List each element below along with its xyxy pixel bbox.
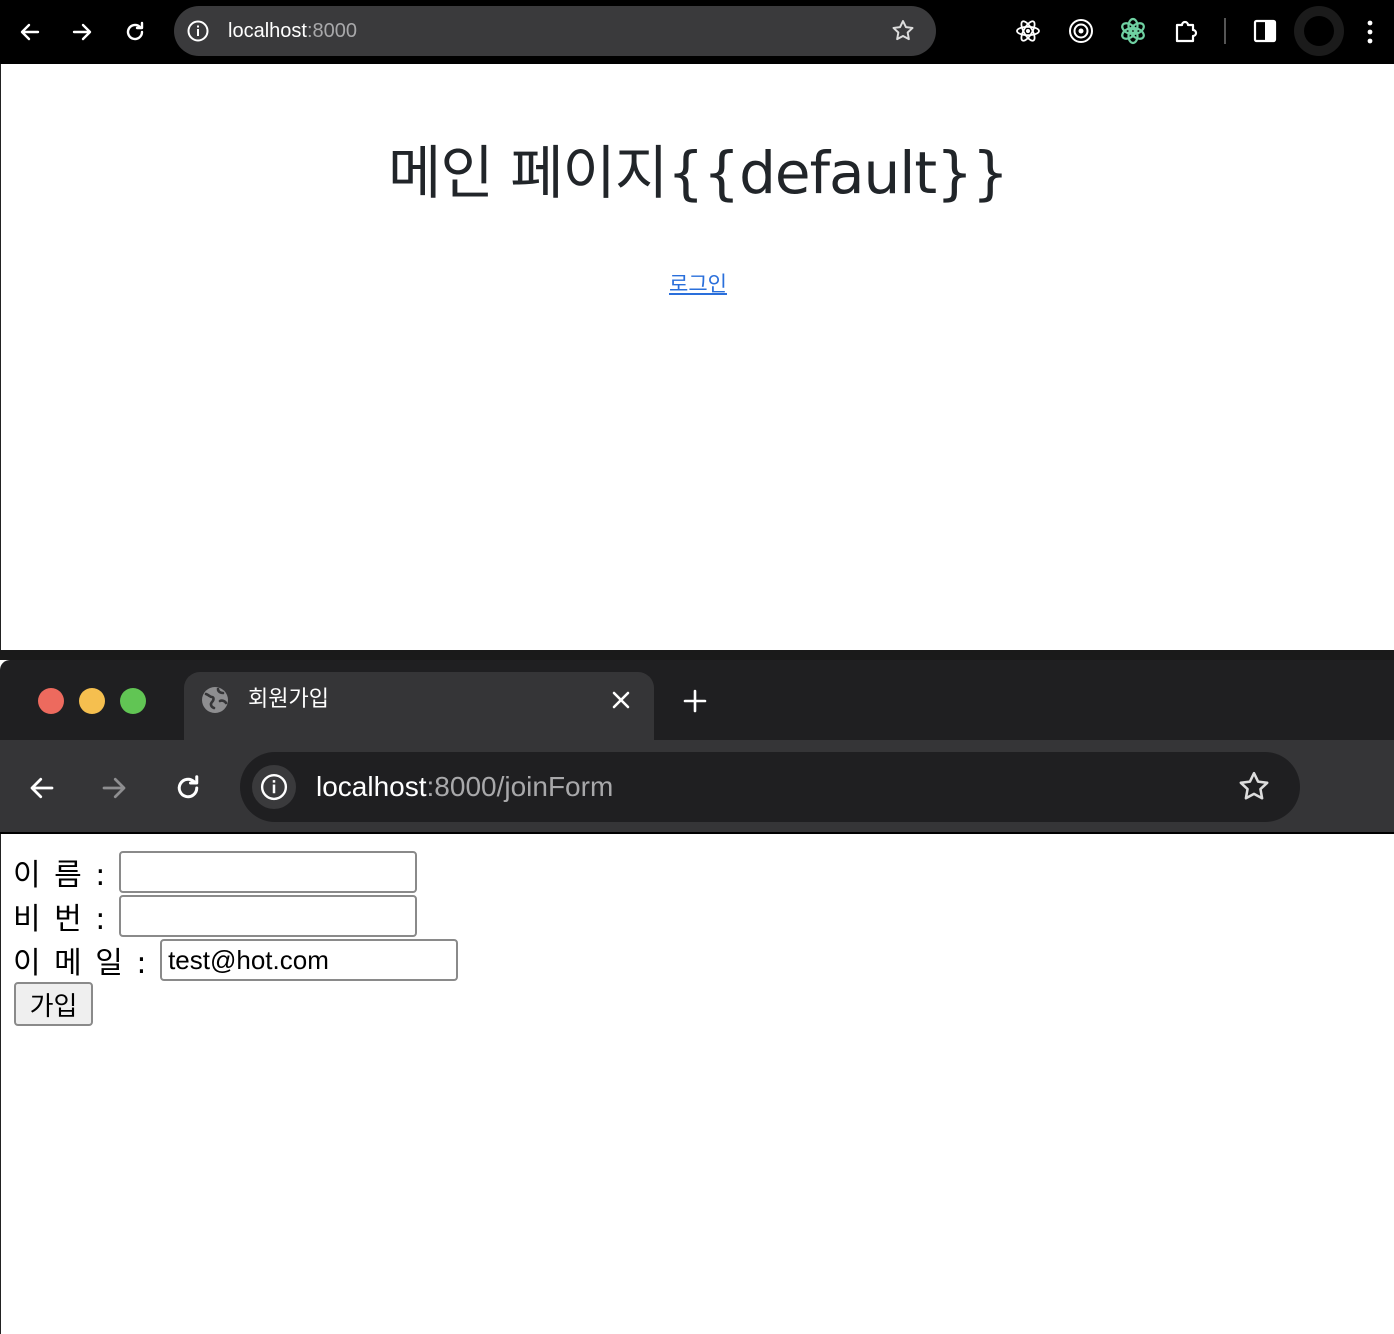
window-zoom-button[interactable] <box>120 688 146 714</box>
star-icon[interactable] <box>890 18 916 44</box>
tab-strip: 회원가입 <box>0 660 1394 740</box>
window-gap <box>0 650 1394 660</box>
url-host: localhost <box>316 771 427 802</box>
star-icon[interactable] <box>1236 769 1272 805</box>
forward-icon[interactable] <box>96 770 132 806</box>
join-button[interactable]: 가입 <box>14 982 93 1026</box>
password-row: 비 번 : <box>13 894 417 938</box>
close-icon[interactable] <box>610 689 632 711</box>
page-title: 메인 페이지{{default}} <box>388 139 1009 207</box>
puzzle-icon[interactable] <box>1173 17 1201 45</box>
url-path: :8000/joinForm <box>426 771 614 802</box>
url-text: localhost:8000/joinForm <box>316 752 613 822</box>
name-label: 이 름 : <box>13 858 119 893</box>
chatgpt-icon[interactable] <box>1119 17 1147 45</box>
tab-title: 회원가입 <box>248 687 329 712</box>
join-form-page: 이 름 : 비 번 : 이 메 일 : 가입 <box>0 834 1394 1334</box>
react-devtools-icon[interactable] <box>1014 17 1042 45</box>
target-icon[interactable] <box>1067 17 1095 45</box>
back-icon[interactable] <box>24 770 60 806</box>
info-icon[interactable] <box>186 19 210 43</box>
email-row: 이 메 일 : <box>13 938 459 982</box>
name-input[interactable] <box>118 851 417 893</box>
menu-icon[interactable] <box>1360 18 1380 46</box>
side-panel-icon[interactable] <box>1251 17 1279 45</box>
name-row: 이 름 : <box>13 850 417 894</box>
login-link[interactable]: 로그인 <box>1 268 1394 298</box>
back-icon[interactable] <box>14 16 46 48</box>
top-browser-window: localhost:8000 메인 페이지{{default}} 로그인 <box>0 0 1394 650</box>
bottom-toolbar: localhost:8000/joinForm <box>0 740 1394 834</box>
plus-icon[interactable] <box>676 682 714 720</box>
window-minimize-button[interactable] <box>79 688 105 714</box>
email-input[interactable] <box>160 939 459 981</box>
url-host: localhost <box>228 20 307 42</box>
reload-icon[interactable] <box>170 770 206 806</box>
main-page: 메인 페이지{{default}} 로그인 <box>0 64 1394 650</box>
forward-icon[interactable] <box>66 16 98 48</box>
window-close-button[interactable] <box>38 688 64 714</box>
reload-icon[interactable] <box>119 16 151 48</box>
url-text: localhost:8000 <box>228 6 357 56</box>
bottom-browser-window: 회원가입 localhost:8000/joinForm 이 름: 비 번:… <box>0 660 1394 1334</box>
email-label: 이 메 일 : <box>13 946 161 981</box>
address-bar[interactable]: localhost:8000 <box>174 6 936 56</box>
globe-icon <box>200 685 230 715</box>
top-toolbar: localhost:8000 <box>0 0 1394 64</box>
info-icon[interactable] <box>252 765 296 809</box>
toolbar-divider <box>1224 18 1226 44</box>
profile-avatar[interactable] <box>1294 6 1344 56</box>
address-bar[interactable]: localhost:8000/joinForm <box>240 752 1300 822</box>
password-label: 비 번 : <box>13 902 119 937</box>
password-input[interactable] <box>118 895 417 937</box>
url-port: :8000 <box>306 20 357 42</box>
tab-join-form[interactable]: 회원가입 <box>184 672 654 740</box>
